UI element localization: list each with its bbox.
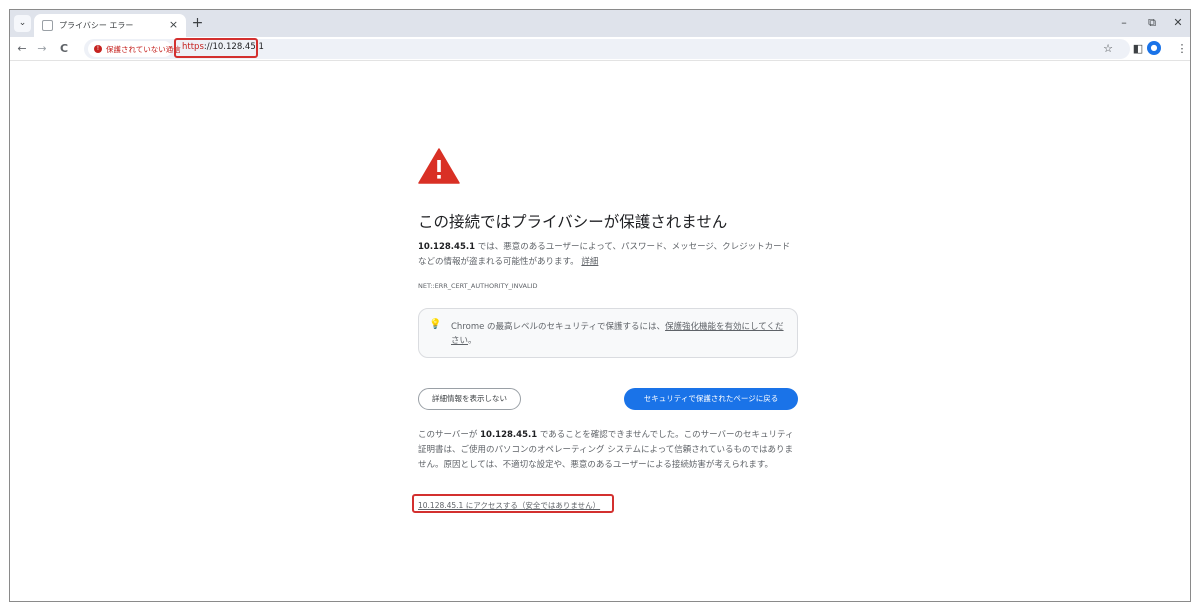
- side-panel-icon[interactable]: ◧: [1130, 41, 1146, 57]
- window-close-button[interactable]: ✕: [1170, 15, 1186, 31]
- new-tab-button[interactable]: +: [190, 16, 205, 31]
- back-to-safety-button[interactable]: セキュリティで保護されたページに戻る: [624, 388, 798, 410]
- error-code: NET::ERR_CERT_AUTHORITY_INVALID: [418, 282, 538, 290]
- page-icon: [42, 20, 53, 31]
- lightbulb-icon: 💡: [429, 319, 442, 330]
- details-prefix: このサーバーが: [418, 430, 481, 440]
- toolbar: ← → C ! 保護されていない通信 https://10.128.45.1 ☆…: [10, 37, 1190, 61]
- forward-button[interactable]: →: [34, 41, 50, 57]
- promo-text: Chrome の最高レベルのセキュリティで保護するには、保護強化機能を有効にして…: [451, 320, 787, 348]
- enhanced-protection-promo: 💡 Chrome の最高レベルのセキュリティで保護するには、保護強化機能を有効に…: [418, 308, 798, 358]
- tab-privacy-error[interactable]: プライバシー エラー ×: [34, 14, 186, 37]
- close-icon[interactable]: ×: [167, 18, 180, 31]
- security-chip-label: 保護されていない通信: [106, 45, 181, 54]
- highlight-box: [174, 38, 258, 58]
- tab-strip: ⌄ プライバシー エラー × + – ⧉ ✕: [10, 10, 1190, 37]
- browser-window: ⌄ プライバシー エラー × + – ⧉ ✕ ← → C ! 保護されていない通…: [9, 9, 1191, 602]
- learn-more-link[interactable]: 詳細: [581, 257, 598, 267]
- highlight-box: [412, 494, 614, 513]
- address-bar[interactable]: ! 保護されていない通信 https://10.128.45.1: [84, 38, 1130, 59]
- details-text: このサーバーが 10.128.45.1 であることを確認できませんでした。このサ…: [418, 428, 798, 473]
- hide-details-button[interactable]: 詳細情報を表示しない: [418, 388, 521, 410]
- details-host: 10.128.45.1: [480, 430, 538, 440]
- tab-title: プライバシー エラー: [59, 21, 134, 30]
- security-chip[interactable]: ! 保護されていない通信: [88, 41, 181, 57]
- warning-triangle-icon: [418, 148, 460, 184]
- host-name: 10.128.45.1: [418, 242, 476, 252]
- restore-button[interactable]: ⧉: [1144, 15, 1160, 31]
- bookmark-star-icon[interactable]: ☆: [1100, 41, 1116, 57]
- tab-search-button[interactable]: ⌄: [14, 15, 31, 32]
- promo-message: Chrome の最高レベルのセキュリティで保護するには、: [451, 322, 666, 332]
- page-title: この接続ではプライバシーが保護されません: [418, 213, 728, 231]
- menu-icon[interactable]: ⋮: [1174, 41, 1190, 57]
- promo-suffix: 。: [468, 336, 477, 346]
- profile-avatar[interactable]: ●: [1147, 41, 1161, 55]
- back-button[interactable]: ←: [14, 41, 30, 57]
- reload-button[interactable]: C: [56, 41, 72, 57]
- minimize-button[interactable]: –: [1116, 15, 1132, 31]
- warning-circle-icon: !: [94, 45, 102, 53]
- explanation: 10.128.45.1 では、悪意のあるユーザーによって、パスワード、メッセージ…: [418, 240, 798, 270]
